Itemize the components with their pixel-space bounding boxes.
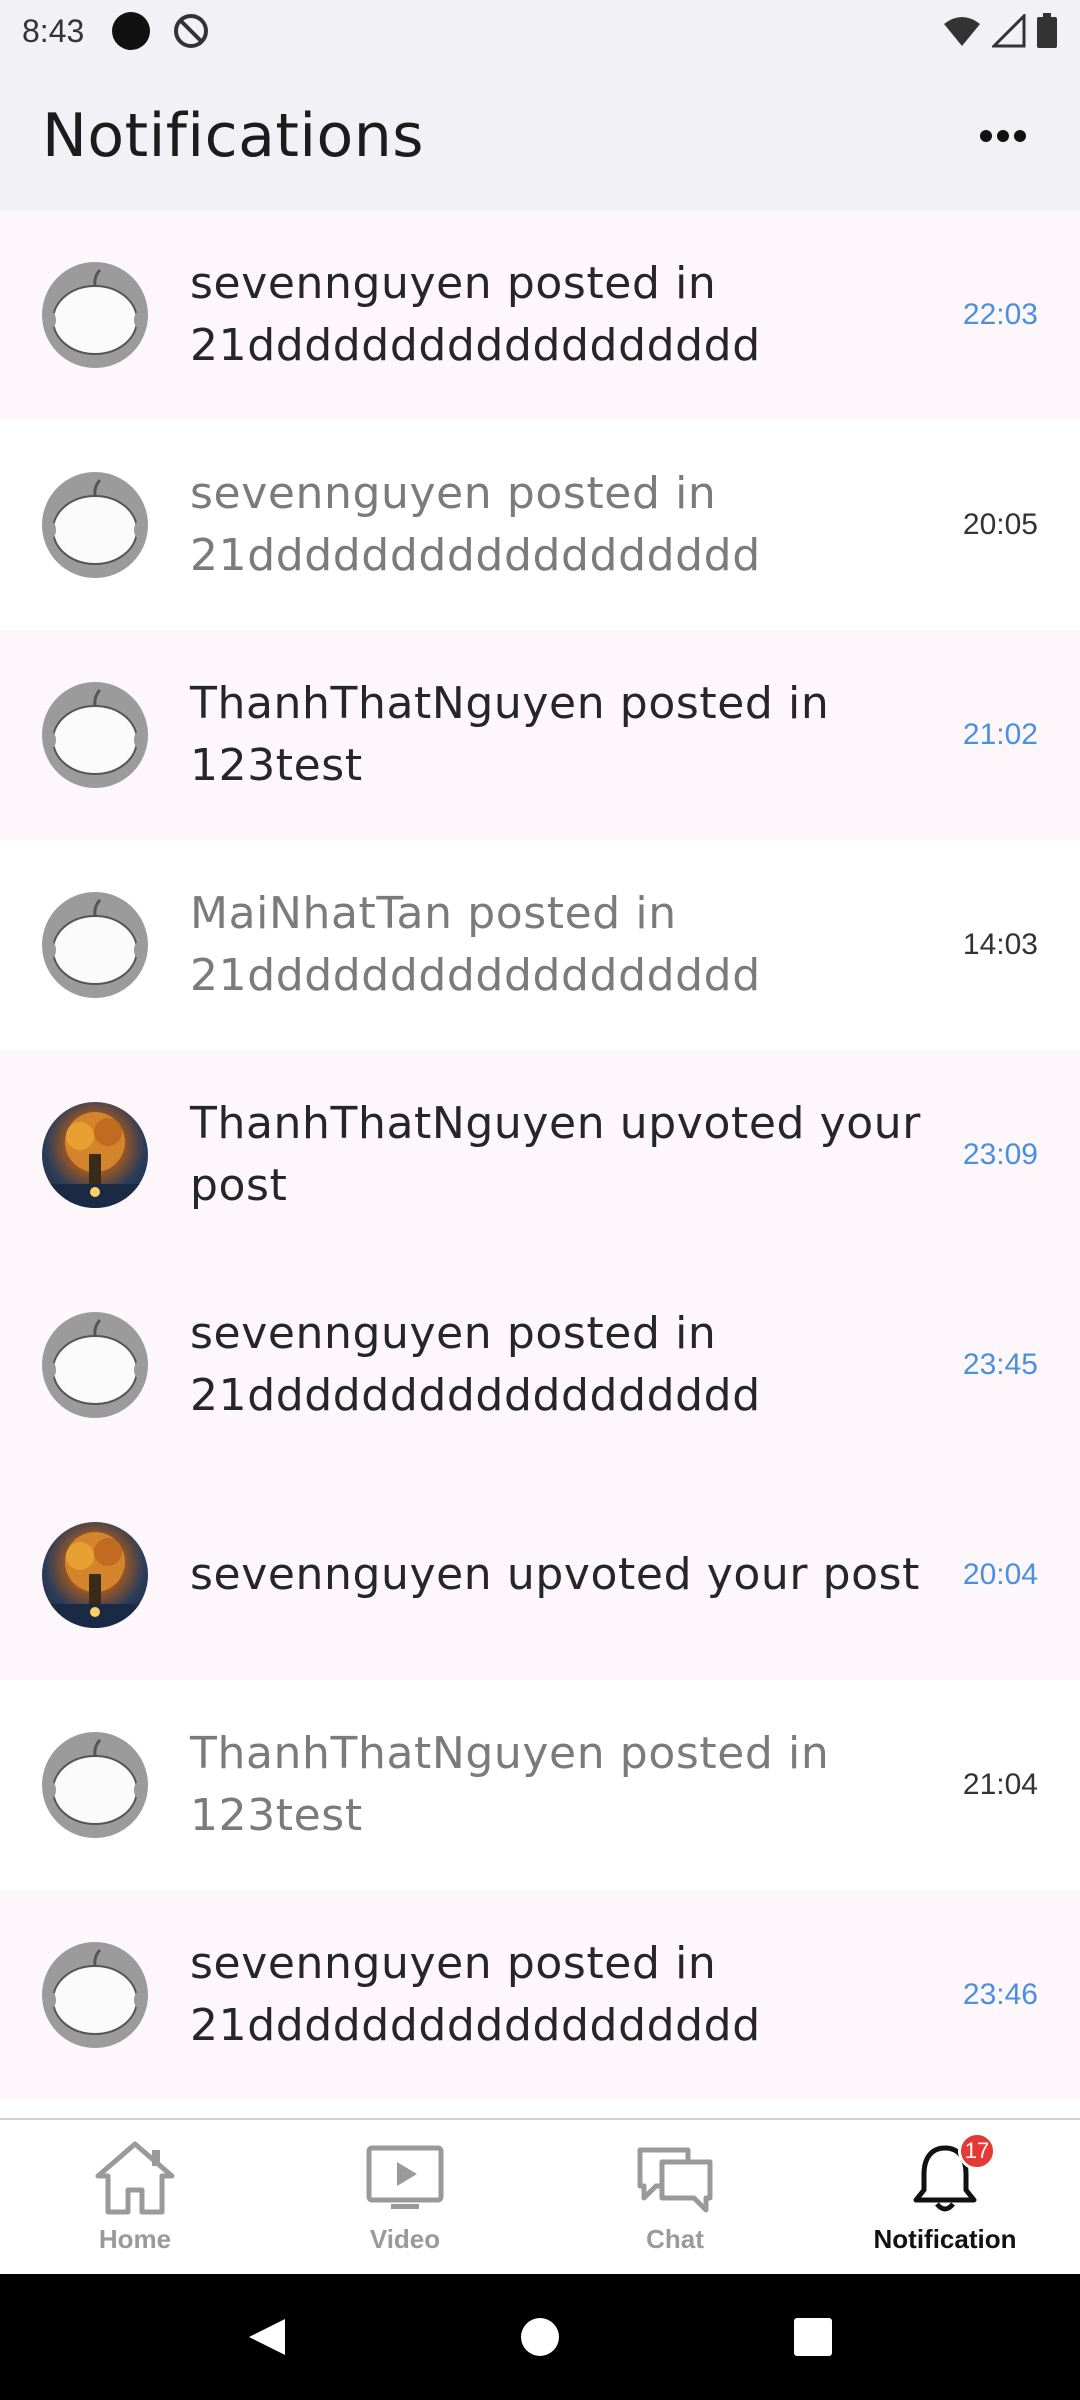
avatar xyxy=(42,682,148,788)
notification-text: sevennguyen posted in 21dddddddddddddddd… xyxy=(190,258,761,371)
notification-text: sevennguyen posted in 21dddddddddddddddd… xyxy=(190,1308,761,1421)
notification-item[interactable]: ThanhThatNguyen upvoted your post 23:09 xyxy=(0,1050,1080,1260)
home-system-button[interactable] xyxy=(500,2297,580,2377)
notification-time: 23:45 xyxy=(962,1348,1038,1381)
nav-item-chat[interactable]: Chat xyxy=(540,2120,810,2274)
notification-text: sevennguyen posted in 21dddddddddddddddd… xyxy=(190,1938,761,2051)
avatar xyxy=(42,1522,148,1628)
more-options-button[interactable] xyxy=(968,101,1038,171)
page-title: Notifications xyxy=(42,101,425,171)
notification-count-badge: 17 xyxy=(958,2132,996,2170)
at-sign-icon xyxy=(174,14,209,48)
home-circle-icon xyxy=(520,2318,559,2356)
recents-square-icon xyxy=(794,2318,833,2356)
robot-icon xyxy=(44,688,146,775)
notification-item[interactable]: sevennguyen posted in 21dddddddddddddddd… xyxy=(0,210,1080,420)
notification-item[interactable]: sevennguyen posted in 21dddddddddddddddd… xyxy=(0,1890,1080,2100)
notification-time: 22:03 xyxy=(962,298,1038,331)
signal-icon xyxy=(992,14,1026,48)
notification-text: sevennguyen posted in 21dddddddddddddddd… xyxy=(190,468,761,581)
notification-time: 20:05 xyxy=(962,508,1038,541)
notification-item[interactable]: sevennguyen upvoted your post 20:04 xyxy=(0,1470,1080,1680)
status-bar: 8:43 xyxy=(0,0,1080,62)
avatar xyxy=(42,262,148,368)
status-time: 8:43 xyxy=(22,12,85,49)
notification-text: MaiNhatTan posted in 21ddddddddddddddddd… xyxy=(190,888,761,1001)
robot-icon xyxy=(44,1738,146,1825)
notification-text: ThanhThatNguyen posted in 123test xyxy=(190,678,830,791)
video-icon xyxy=(366,2145,444,2209)
notification-time: 14:03 xyxy=(962,928,1038,961)
notification-time: 21:04 xyxy=(962,1768,1038,1801)
app-header: Notifications xyxy=(0,62,1080,210)
home-icon xyxy=(95,2141,175,2215)
wifi-icon xyxy=(944,17,980,46)
robot-icon xyxy=(44,1948,146,2035)
tree-avatar-icon xyxy=(42,1532,148,1628)
nav-label-home: Home xyxy=(98,2224,172,2254)
avatar xyxy=(42,1312,148,1418)
robot-icon xyxy=(44,1318,146,1405)
avatar xyxy=(42,1732,148,1838)
system-navigation-bar xyxy=(0,2274,1080,2400)
back-button[interactable] xyxy=(227,2297,307,2377)
notification-item[interactable]: MaiNhatTan posted in 21ddddddddddddddddd… xyxy=(0,840,1080,1050)
notification-time: 21:02 xyxy=(962,718,1038,751)
avatar xyxy=(42,1942,148,2048)
bottom-navigation: Home Video Chat 17 Notification xyxy=(0,2118,1080,2274)
notification-time: 23:09 xyxy=(962,1138,1038,1171)
status-icons xyxy=(942,13,1058,49)
robot-icon xyxy=(44,268,146,355)
robot-icon xyxy=(44,478,146,565)
notification-dot-icon xyxy=(112,12,151,50)
notification-text: ThanhThatNguyen posted in 123test xyxy=(190,1728,830,1841)
notification-list[interactable]: sevennguyen posted in 21dddddddddddddddd… xyxy=(0,210,1080,2118)
more-horizontal-icon xyxy=(980,130,1026,142)
nav-item-notification[interactable]: 17 Notification xyxy=(810,2120,1080,2274)
notification-item[interactable]: sevennguyen posted in 21dddddddddddddddd… xyxy=(0,420,1080,630)
nav-label-chat: Chat xyxy=(646,2224,704,2254)
battery-icon xyxy=(1037,13,1057,48)
avatar xyxy=(42,472,148,578)
back-triangle-icon xyxy=(248,2319,285,2355)
notification-text: sevennguyen upvoted your post xyxy=(190,1549,921,1600)
notification-item[interactable]: ThanhThatNguyen posted in 123test 21:04 xyxy=(0,1680,1080,1890)
recents-button[interactable] xyxy=(773,2297,853,2377)
chat-icon xyxy=(637,2147,713,2213)
notification-time: 20:04 xyxy=(962,1558,1038,1591)
nav-label-video: Video xyxy=(369,2224,441,2254)
nav-item-home[interactable]: Home xyxy=(0,2120,270,2274)
notification-time: 23:46 xyxy=(962,1978,1038,2011)
tree-avatar-icon xyxy=(42,1112,148,1208)
notification-item[interactable]: ThanhThatNguyen posted in 123test 21:02 xyxy=(0,630,1080,840)
robot-icon xyxy=(44,898,146,985)
notification-item[interactable]: sevennguyen posted in 21dddddddddddddddd… xyxy=(0,1260,1080,1470)
avatar xyxy=(42,1102,148,1208)
avatar xyxy=(42,892,148,998)
nav-item-video[interactable]: Video xyxy=(270,2120,540,2274)
notification-text: ThanhThatNguyen upvoted your post xyxy=(190,1098,921,1211)
nav-label-notification: Notification xyxy=(873,2224,1017,2254)
